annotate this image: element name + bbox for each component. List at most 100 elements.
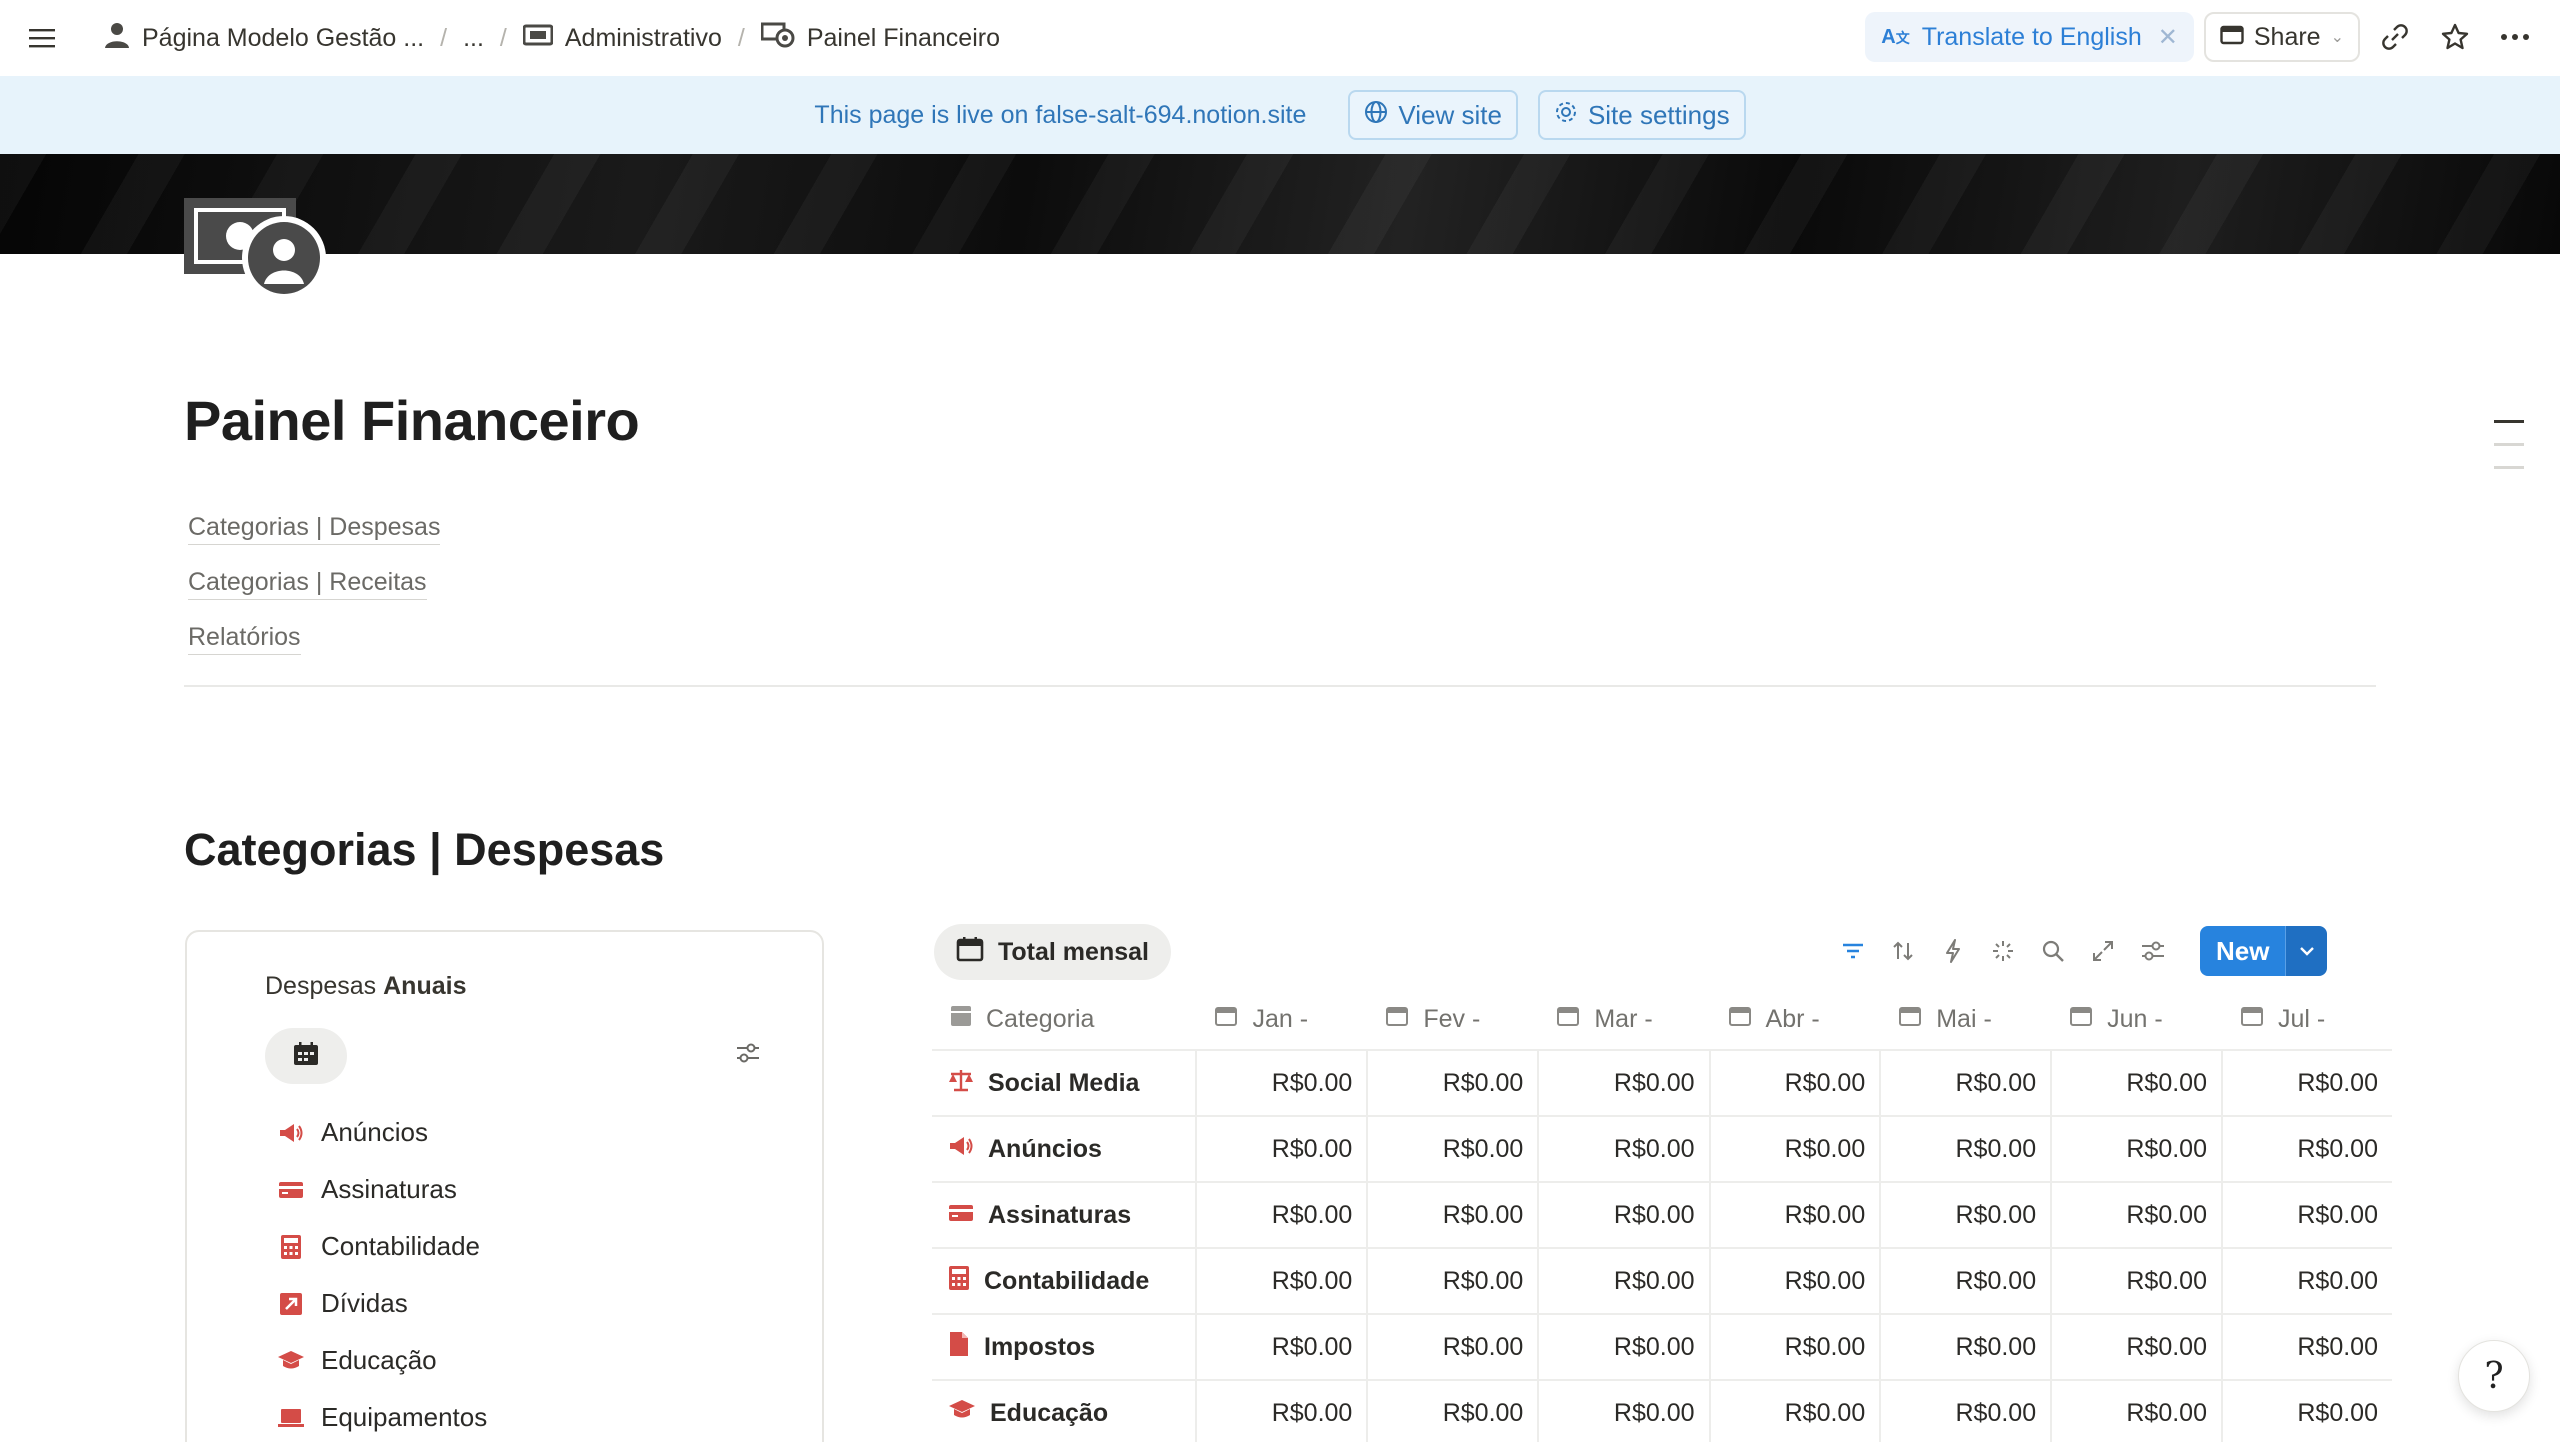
value-cell[interactable]: R$0.00 xyxy=(1708,1248,1881,1315)
value-cell[interactable]: R$0.00 xyxy=(2050,1314,2222,1381)
value-cell[interactable]: R$0.00 xyxy=(1708,1182,1881,1249)
value-cell[interactable]: R$0.00 xyxy=(1879,1380,2052,1442)
value-cell[interactable]: R$0.00 xyxy=(1195,1314,1368,1381)
chevron-down-icon[interactable] xyxy=(2285,926,2328,976)
category-cell[interactable]: Social Media xyxy=(932,1050,1197,1117)
list-item[interactable]: Contabilidade xyxy=(277,1218,487,1275)
view-site-button[interactable]: View site xyxy=(1348,90,1518,140)
column-header-month[interactable]: Mai - xyxy=(1880,990,2052,1051)
value-cell[interactable]: R$0.00 xyxy=(2220,1314,2392,1381)
value-cell[interactable]: R$0.00 xyxy=(2220,1380,2392,1442)
value-cell[interactable]: R$0.00 xyxy=(1537,1380,1710,1442)
column-header-month[interactable]: Mar - xyxy=(1538,990,1710,1051)
value-cell[interactable]: R$0.00 xyxy=(1879,1182,2052,1249)
toc-link[interactable]: Categorias | Despesas xyxy=(188,510,441,545)
value-cell[interactable]: R$0.00 xyxy=(2050,1050,2222,1117)
value-cell[interactable]: R$0.00 xyxy=(1708,1380,1881,1442)
value-cell[interactable]: R$0.00 xyxy=(1537,1248,1710,1315)
more-icon[interactable] xyxy=(2490,12,2540,62)
value-cell[interactable]: R$0.00 xyxy=(1879,1314,2052,1381)
new-button[interactable]: New xyxy=(2200,926,2286,976)
value-cell[interactable]: R$0.00 xyxy=(2050,1248,2222,1315)
search-icon[interactable] xyxy=(2036,934,2070,968)
category-cell[interactable]: Anúncios xyxy=(932,1116,1197,1183)
value-cell[interactable]: R$0.00 xyxy=(1366,1050,1539,1117)
help-button[interactable]: ? xyxy=(2458,1340,2530,1412)
category-cell[interactable]: Assinaturas xyxy=(932,1182,1197,1249)
value-cell[interactable]: R$0.00 xyxy=(2220,1116,2392,1183)
value-cell[interactable]: R$0.00 xyxy=(1195,1050,1368,1117)
value-cell[interactable]: R$0.00 xyxy=(1195,1248,1368,1315)
table-row[interactable]: Impostos R$0.00 R$0.00 R$0.00 R$0.00 R$0.00 R$… xyxy=(932,1314,2392,1381)
breadcrumb-current[interactable]: Painel Financeiro xyxy=(757,16,1004,61)
value-cell[interactable]: R$0.00 xyxy=(2050,1116,2222,1183)
sort-icon[interactable] xyxy=(1886,934,1920,968)
table-row[interactable]: Contabilidade R$0.00 R$0.00 R$0.00 R$0.00 R$0… xyxy=(932,1248,2392,1315)
list-item[interactable]: Dívidas xyxy=(277,1275,487,1332)
list-item[interactable]: Anúncios xyxy=(277,1104,487,1161)
value-cell[interactable]: R$0.00 xyxy=(2220,1248,2392,1315)
filter-icon[interactable] xyxy=(1836,934,1870,968)
value-cell[interactable]: R$0.00 xyxy=(1195,1116,1368,1183)
list-item[interactable]: Equipamentos xyxy=(277,1389,487,1442)
link-icon[interactable] xyxy=(2370,12,2420,62)
cover-image[interactable] xyxy=(0,154,2560,254)
list-item[interactable]: Assinaturas xyxy=(277,1161,487,1218)
toc-link[interactable]: Categorias | Receitas xyxy=(188,565,427,600)
value-cell[interactable]: R$0.00 xyxy=(1879,1116,2052,1183)
value-cell[interactable]: R$0.00 xyxy=(1366,1248,1539,1315)
value-cell[interactable]: R$0.00 xyxy=(1537,1116,1710,1183)
value-cell[interactable]: R$0.00 xyxy=(1879,1050,2052,1117)
category-cell[interactable]: Educação xyxy=(932,1380,1197,1442)
value-cell[interactable]: R$0.00 xyxy=(1195,1182,1368,1249)
settings-sliders-icon[interactable] xyxy=(735,1042,761,1069)
value-cell[interactable]: R$0.00 xyxy=(1537,1314,1710,1381)
table-row[interactable]: Educação R$0.00 R$0.00 R$0.00 R$0.00 R$0.00 R$… xyxy=(932,1380,2392,1442)
site-settings-button[interactable]: Site settings xyxy=(1537,90,1746,140)
value-cell[interactable]: R$0.00 xyxy=(1366,1314,1539,1381)
value-cell[interactable]: R$0.00 xyxy=(1366,1182,1539,1249)
toc-link[interactable]: Relatórios xyxy=(188,620,301,655)
value-cell[interactable]: R$0.00 xyxy=(1708,1314,1881,1381)
category-cell[interactable]: Contabilidade xyxy=(932,1248,1197,1315)
close-icon[interactable]: ✕ xyxy=(2158,23,2178,52)
outline-indicator[interactable] xyxy=(2494,420,2524,489)
breadcrumb-workspace[interactable]: Página Modelo Gestão ... xyxy=(100,15,428,62)
value-cell[interactable]: R$0.00 xyxy=(1366,1380,1539,1442)
settings-sliders-icon[interactable] xyxy=(2136,934,2170,968)
column-header-month[interactable]: Jun - xyxy=(2051,990,2222,1051)
view-tab-total-mensal[interactable]: Total mensal xyxy=(934,924,1171,980)
money-icon[interactable] xyxy=(184,198,326,302)
sidebar-menu-icon[interactable] xyxy=(22,18,62,58)
value-cell[interactable]: R$0.00 xyxy=(1879,1248,2052,1315)
lightning-icon[interactable] xyxy=(1936,934,1970,968)
table-row[interactable]: Social Media R$0.00 R$0.00 R$0.00 R$0.00 R$0.… xyxy=(932,1050,2392,1117)
table-row[interactable]: Anúncios R$0.00 R$0.00 R$0.00 R$0.00 R$0.00 R$… xyxy=(932,1116,2392,1183)
table-row[interactable]: Assinaturas R$0.00 R$0.00 R$0.00 R$0.00 R$0.0… xyxy=(932,1182,2392,1249)
value-cell[interactable]: R$0.00 xyxy=(1708,1116,1881,1183)
star-icon[interactable] xyxy=(2430,12,2480,62)
value-cell[interactable]: R$0.00 xyxy=(2220,1182,2392,1249)
breadcrumb-administrativo[interactable]: Administrativo xyxy=(519,18,726,59)
value-cell[interactable]: R$0.00 xyxy=(2050,1380,2222,1442)
column-header-categoria[interactable]: Categoria xyxy=(932,990,1197,1051)
value-cell[interactable]: R$0.00 xyxy=(2220,1050,2392,1117)
value-cell[interactable]: R$0.00 xyxy=(1195,1380,1368,1442)
value-cell[interactable]: R$0.00 xyxy=(1366,1116,1539,1183)
sparkle-icon[interactable] xyxy=(1986,934,2020,968)
breadcrumb-ellipsis[interactable]: ... xyxy=(459,18,488,59)
list-item[interactable]: Educação xyxy=(277,1332,487,1389)
value-cell[interactable]: R$0.00 xyxy=(1537,1050,1710,1117)
value-cell[interactable]: R$0.00 xyxy=(2050,1182,2222,1249)
value-cell[interactable]: R$0.00 xyxy=(1708,1050,1881,1117)
category-cell[interactable]: Impostos xyxy=(932,1314,1197,1381)
calendar-view-tab[interactable] xyxy=(265,1028,347,1084)
expand-icon[interactable] xyxy=(2086,934,2120,968)
value-cell[interactable]: R$0.00 xyxy=(1537,1182,1710,1249)
translate-button[interactable]: A文 Translate to English ✕ xyxy=(1865,12,2194,62)
share-button[interactable]: Share ⌄ xyxy=(2203,12,2360,62)
column-header-month[interactable]: Jan - xyxy=(1196,990,1368,1051)
column-header-month[interactable]: Fev - xyxy=(1367,990,1539,1051)
column-header-month[interactable]: Abr - xyxy=(1709,990,1881,1051)
column-header-month[interactable]: Jul - xyxy=(2221,990,2392,1051)
